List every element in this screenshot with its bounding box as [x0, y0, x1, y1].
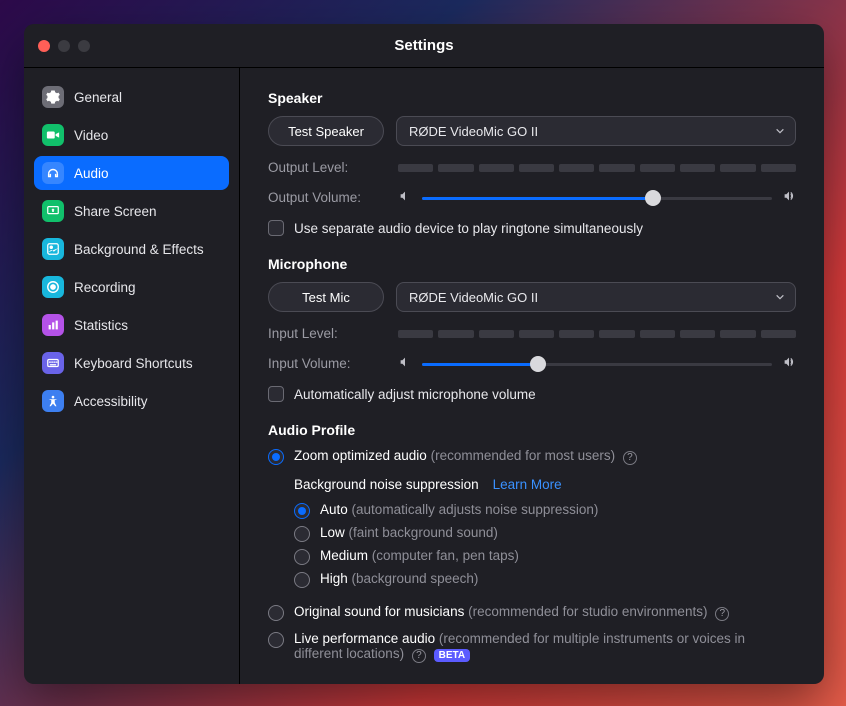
info-icon[interactable]: ? — [623, 451, 637, 465]
input-level-meter — [398, 330, 796, 338]
recording-icon — [42, 276, 64, 298]
window-controls — [38, 40, 90, 52]
settings-window: Settings General Video Audio Share Screen Ba… — [24, 24, 824, 684]
maximize-window-button[interactable] — [78, 40, 90, 52]
sidebar-item-label: Statistics — [74, 318, 128, 333]
sidebar-item-statistics[interactable]: Statistics — [34, 308, 229, 342]
window-title: Settings — [394, 37, 453, 54]
auto-adjust-mic-label: Automatically adjust microphone volume — [294, 387, 536, 402]
bgns-learn-more-link[interactable]: Learn More — [493, 477, 562, 492]
close-window-button[interactable] — [38, 40, 50, 52]
volume-high-icon — [782, 355, 796, 372]
settings-content: Speaker Test Speaker RØDE VideoMic GO II… — [240, 68, 824, 684]
chevron-down-icon — [775, 290, 785, 305]
background-effects-icon — [42, 238, 64, 260]
bgns-medium-radio[interactable] — [294, 549, 310, 565]
separate-ringtone-device-label: Use separate audio device to play ringto… — [294, 221, 643, 236]
bgns-high-radio[interactable] — [294, 572, 310, 588]
bgns-low-label: Low — [320, 525, 345, 540]
microphone-heading: Microphone — [268, 256, 796, 272]
profile-original-label: Original sound for musicians — [294, 604, 464, 619]
output-volume-label: Output Volume: — [268, 190, 398, 205]
speaker-device-select[interactable]: RØDE VideoMic GO II — [396, 116, 796, 146]
statistics-icon — [42, 314, 64, 336]
bgns-auto-label: Auto — [320, 502, 348, 517]
speaker-device-value: RØDE VideoMic GO II — [409, 124, 538, 139]
info-icon[interactable]: ? — [715, 607, 729, 621]
sidebar-item-label: Audio — [74, 166, 109, 181]
mic-device-select[interactable]: RØDE VideoMic GO II — [396, 282, 796, 312]
sidebar-item-video[interactable]: Video — [34, 118, 229, 152]
profile-optimized-radio[interactable] — [268, 449, 284, 465]
separate-ringtone-device-checkbox[interactable] — [268, 220, 284, 236]
auto-adjust-mic-checkbox[interactable] — [268, 386, 284, 402]
sidebar-item-accessibility[interactable]: Accessibility — [34, 384, 229, 418]
profile-live-label: Live performance audio — [294, 631, 435, 646]
window-body: General Video Audio Share Screen Background … — [24, 68, 824, 684]
test-mic-button[interactable]: Test Mic — [268, 282, 384, 312]
sidebar-item-label: Video — [74, 128, 108, 143]
bgns-auto-hint: (automatically adjusts noise suppression… — [352, 502, 599, 517]
sidebar-item-label: Share Screen — [74, 204, 157, 219]
profile-live-radio[interactable] — [268, 632, 284, 648]
keyboard-shortcuts-icon — [42, 352, 64, 374]
volume-low-icon — [398, 355, 412, 372]
input-volume-slider[interactable] — [422, 356, 772, 372]
bgns-low-hint: (faint background sound) — [349, 525, 498, 540]
audio-icon — [42, 162, 64, 184]
sidebar-item-label: Keyboard Shortcuts — [74, 356, 193, 371]
output-volume-slider[interactable] — [422, 190, 772, 206]
bgns-heading: Background noise suppression — [294, 477, 479, 492]
sidebar-item-label: General — [74, 90, 122, 105]
output-level-label: Output Level: — [268, 160, 398, 175]
video-icon — [42, 124, 64, 146]
minimize-window-button[interactable] — [58, 40, 70, 52]
profile-optimized-label: Zoom optimized audio — [294, 448, 427, 463]
volume-low-icon — [398, 189, 412, 206]
beta-badge: BETA — [434, 649, 470, 662]
sidebar-item-recording[interactable]: Recording — [34, 270, 229, 304]
sidebar-item-general[interactable]: General — [34, 80, 229, 114]
test-speaker-button[interactable]: Test Speaker — [268, 116, 384, 146]
share-screen-icon — [42, 200, 64, 222]
sidebar-item-keyboard-shortcuts[interactable]: Keyboard Shortcuts — [34, 346, 229, 380]
sidebar-item-label: Background & Effects — [74, 242, 204, 257]
bgns-low-radio[interactable] — [294, 526, 310, 542]
sidebar: General Video Audio Share Screen Background … — [24, 68, 240, 684]
accessibility-icon — [42, 390, 64, 412]
input-volume-label: Input Volume: — [268, 356, 398, 371]
profile-original-radio[interactable] — [268, 605, 284, 621]
audio-profile-heading: Audio Profile — [268, 422, 796, 438]
general-icon — [42, 86, 64, 108]
speaker-heading: Speaker — [268, 90, 796, 106]
sidebar-item-background-effects[interactable]: Background & Effects — [34, 232, 229, 266]
sidebar-item-label: Accessibility — [74, 394, 148, 409]
mic-device-value: RØDE VideoMic GO II — [409, 290, 538, 305]
output-level-meter — [398, 164, 796, 172]
sidebar-item-audio[interactable]: Audio — [34, 156, 229, 190]
volume-high-icon — [782, 189, 796, 206]
bgns-auto-radio[interactable] — [294, 503, 310, 519]
bgns-high-label: High — [320, 571, 348, 586]
profile-original-hint: (recommended for studio environments) — [468, 604, 707, 619]
input-level-label: Input Level: — [268, 326, 398, 341]
bgns-medium-hint: (computer fan, pen taps) — [372, 548, 519, 563]
bgns-high-hint: (background speech) — [352, 571, 479, 586]
bgns-medium-label: Medium — [320, 548, 368, 563]
sidebar-item-label: Recording — [74, 280, 136, 295]
titlebar: Settings — [24, 24, 824, 68]
sidebar-item-share-screen[interactable]: Share Screen — [34, 194, 229, 228]
info-icon[interactable]: ? — [412, 649, 426, 663]
chevron-down-icon — [775, 124, 785, 139]
profile-optimized-hint: (recommended for most users) — [431, 448, 616, 463]
